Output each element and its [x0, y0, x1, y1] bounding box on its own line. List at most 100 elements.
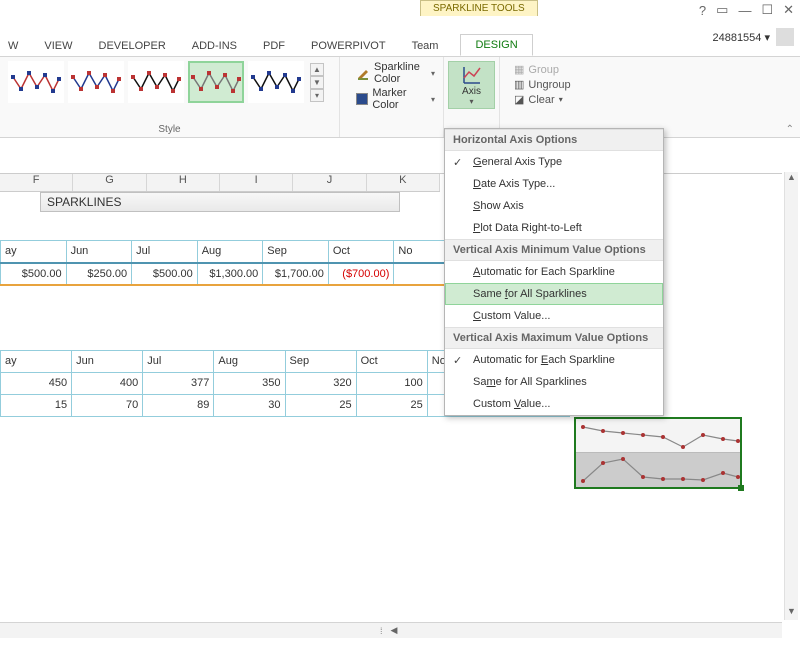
table-header[interactable]: Oct	[328, 241, 394, 263]
table-header[interactable]: Jul	[132, 241, 198, 263]
scroll-up-icon[interactable]: ▲	[785, 172, 798, 186]
table-cell[interactable]: 377	[143, 372, 214, 394]
column-header[interactable]: K	[367, 174, 440, 191]
clear-button[interactable]: ◪ Clear ▾	[514, 93, 576, 106]
ribbon-tabs: W VIEW DEVELOPER ADD-INS PDF POWERPIVOT Team DE…	[0, 28, 800, 56]
menu-item[interactable]: Same for All Sparklines	[445, 283, 663, 305]
account-menu[interactable]: 24881554 ▾	[712, 28, 794, 46]
table-header[interactable]: ay	[1, 241, 67, 263]
style-thumb[interactable]	[68, 61, 124, 103]
style-thumb[interactable]	[128, 61, 184, 103]
table-cell[interactable]: 450	[1, 372, 72, 394]
menu-item[interactable]: Custom Value...	[445, 393, 663, 415]
table-header[interactable]: Jun	[66, 241, 132, 263]
ribbon-collapse-chevron-icon[interactable]: ⌃	[786, 124, 794, 135]
column-header[interactable]: G	[73, 174, 146, 191]
table-header[interactable]: Aug	[197, 241, 263, 263]
style-gallery-more[interactable]: ▲ ▼ ▾	[310, 63, 324, 102]
maximize-icon[interactable]: ☐	[761, 2, 773, 18]
table-header[interactable]: Jul	[143, 350, 214, 372]
table-cell[interactable]: ($700.00)	[328, 263, 394, 285]
tab-pdf[interactable]: PDF	[259, 36, 289, 56]
gallery-up-icon[interactable]: ▲	[310, 63, 324, 76]
ribbon-group-label-style: Style	[8, 124, 331, 135]
selection-handle-icon[interactable]	[738, 485, 744, 491]
menu-item[interactable]: Custom Value...	[445, 305, 663, 327]
column-header[interactable]: I	[220, 174, 293, 191]
menu-item[interactable]: ✓General Axis Type	[445, 151, 663, 173]
sparkline-style-gallery[interactable]: ▲ ▼ ▾	[8, 61, 331, 103]
table-cell[interactable]: 100	[356, 372, 427, 394]
table-cell[interactable]: 25	[356, 394, 427, 416]
table-header[interactable]: Oct	[356, 350, 427, 372]
table-cell[interactable]: 70	[72, 394, 143, 416]
table-cell[interactable]: 400	[72, 372, 143, 394]
tab-w[interactable]: W	[4, 36, 22, 56]
table-header[interactable]: ay	[1, 350, 72, 372]
avatar-icon	[776, 28, 794, 46]
table-cell[interactable]: $1,300.00	[197, 263, 263, 285]
ribbon-collapse-icon[interactable]: ▭	[716, 2, 728, 18]
table-cell[interactable]: 30	[214, 394, 285, 416]
scroll-down-icon[interactable]: ▼	[785, 606, 798, 620]
table-cell[interactable]: $500.00	[1, 263, 67, 285]
table-cell[interactable]: 15	[1, 394, 72, 416]
menu-section-header: Vertical Axis Minimum Value Options	[445, 239, 663, 261]
scroll-left-icon[interactable]: ◀	[391, 625, 398, 636]
menu-item[interactable]: Automatic for Each Sparkline	[445, 261, 663, 283]
close-icon[interactable]: ✕	[783, 2, 794, 18]
table-header[interactable]: Sep	[263, 241, 329, 263]
eraser-icon: ◪	[514, 93, 524, 106]
group-button: ▦ Group	[514, 63, 576, 76]
sparkline-color-button[interactable]: Sparkline Color ▾	[356, 61, 435, 85]
ungroup-button[interactable]: ▥ Ungroup	[514, 78, 576, 91]
column-header[interactable]: J	[293, 174, 366, 191]
sparklines-title: SPARKLINES	[40, 192, 400, 212]
window-controls: ? ▭ — ☐ ✕	[699, 2, 794, 18]
column-header[interactable]: H	[147, 174, 220, 191]
gallery-down-icon[interactable]: ▼	[310, 76, 324, 89]
table-cell[interactable]: 25	[285, 394, 356, 416]
table-cell[interactable]: 89	[143, 394, 214, 416]
menu-item[interactable]: Plot Data Right-to-Left	[445, 217, 663, 239]
menu-item[interactable]: Show Axis	[445, 195, 663, 217]
tab-developer[interactable]: DEVELOPER	[95, 36, 170, 56]
menu-item[interactable]: ✓Automatic for Each Sparkline	[445, 349, 663, 371]
chevron-down-icon: ▾	[469, 97, 473, 106]
ribbon: ▲ ▼ ▾ Style Sparkline Color ▾ Marker Col…	[0, 56, 800, 138]
tab-powerpivot[interactable]: POWERPIVOT	[307, 36, 390, 56]
table-cell[interactable]: $500.00	[132, 263, 198, 285]
chevron-down-icon: ▾	[431, 69, 435, 78]
tab-view[interactable]: VIEW	[40, 36, 76, 56]
table-cell[interactable]: $1,700.00	[263, 263, 329, 285]
table-cell[interactable]: 350	[214, 372, 285, 394]
ungroup-icon: ▥	[514, 78, 524, 91]
tab-add-ins[interactable]: ADD-INS	[188, 36, 241, 56]
menu-item[interactable]: Same for All Sparklines	[445, 371, 663, 393]
menu-section-header: Vertical Axis Maximum Value Options	[445, 327, 663, 349]
table-cell[interactable]: 320	[285, 372, 356, 394]
tab-team[interactable]: Team	[408, 36, 443, 56]
table-header[interactable]: Aug	[214, 350, 285, 372]
vertical-scrollbar[interactable]: ▲ ▼	[784, 172, 798, 620]
minimize-icon[interactable]: —	[738, 3, 751, 18]
horizontal-scrollbar[interactable]: ⁞ ◀	[0, 622, 782, 638]
style-thumb[interactable]	[248, 61, 304, 103]
table-header[interactable]: Sep	[285, 350, 356, 372]
table-header[interactable]: Jun	[72, 350, 143, 372]
check-icon: ✓	[453, 156, 462, 169]
style-thumb[interactable]	[8, 61, 64, 103]
tab-design[interactable]: DESIGN	[460, 34, 532, 56]
style-thumb-selected[interactable]	[188, 61, 244, 103]
context-tab-sparkline-tools: SPARKLINE TOOLS	[420, 0, 538, 16]
axis-button[interactable]: Axis ▾	[448, 61, 495, 109]
marker-color-button[interactable]: Marker Color ▾	[356, 87, 435, 111]
pencil-icon	[356, 66, 370, 80]
column-header[interactable]: F	[0, 174, 73, 191]
menu-item[interactable]: Date Axis Type...	[445, 173, 663, 195]
help-icon[interactable]: ?	[699, 3, 706, 18]
table-cell[interactable]: $250.00	[66, 263, 132, 285]
selected-sparkline-range[interactable]	[574, 417, 742, 489]
data-table-1: ayJunJulAugSepOctNo$500.00$250.00$500.00…	[0, 240, 460, 286]
gallery-expand-icon[interactable]: ▾	[310, 89, 324, 102]
